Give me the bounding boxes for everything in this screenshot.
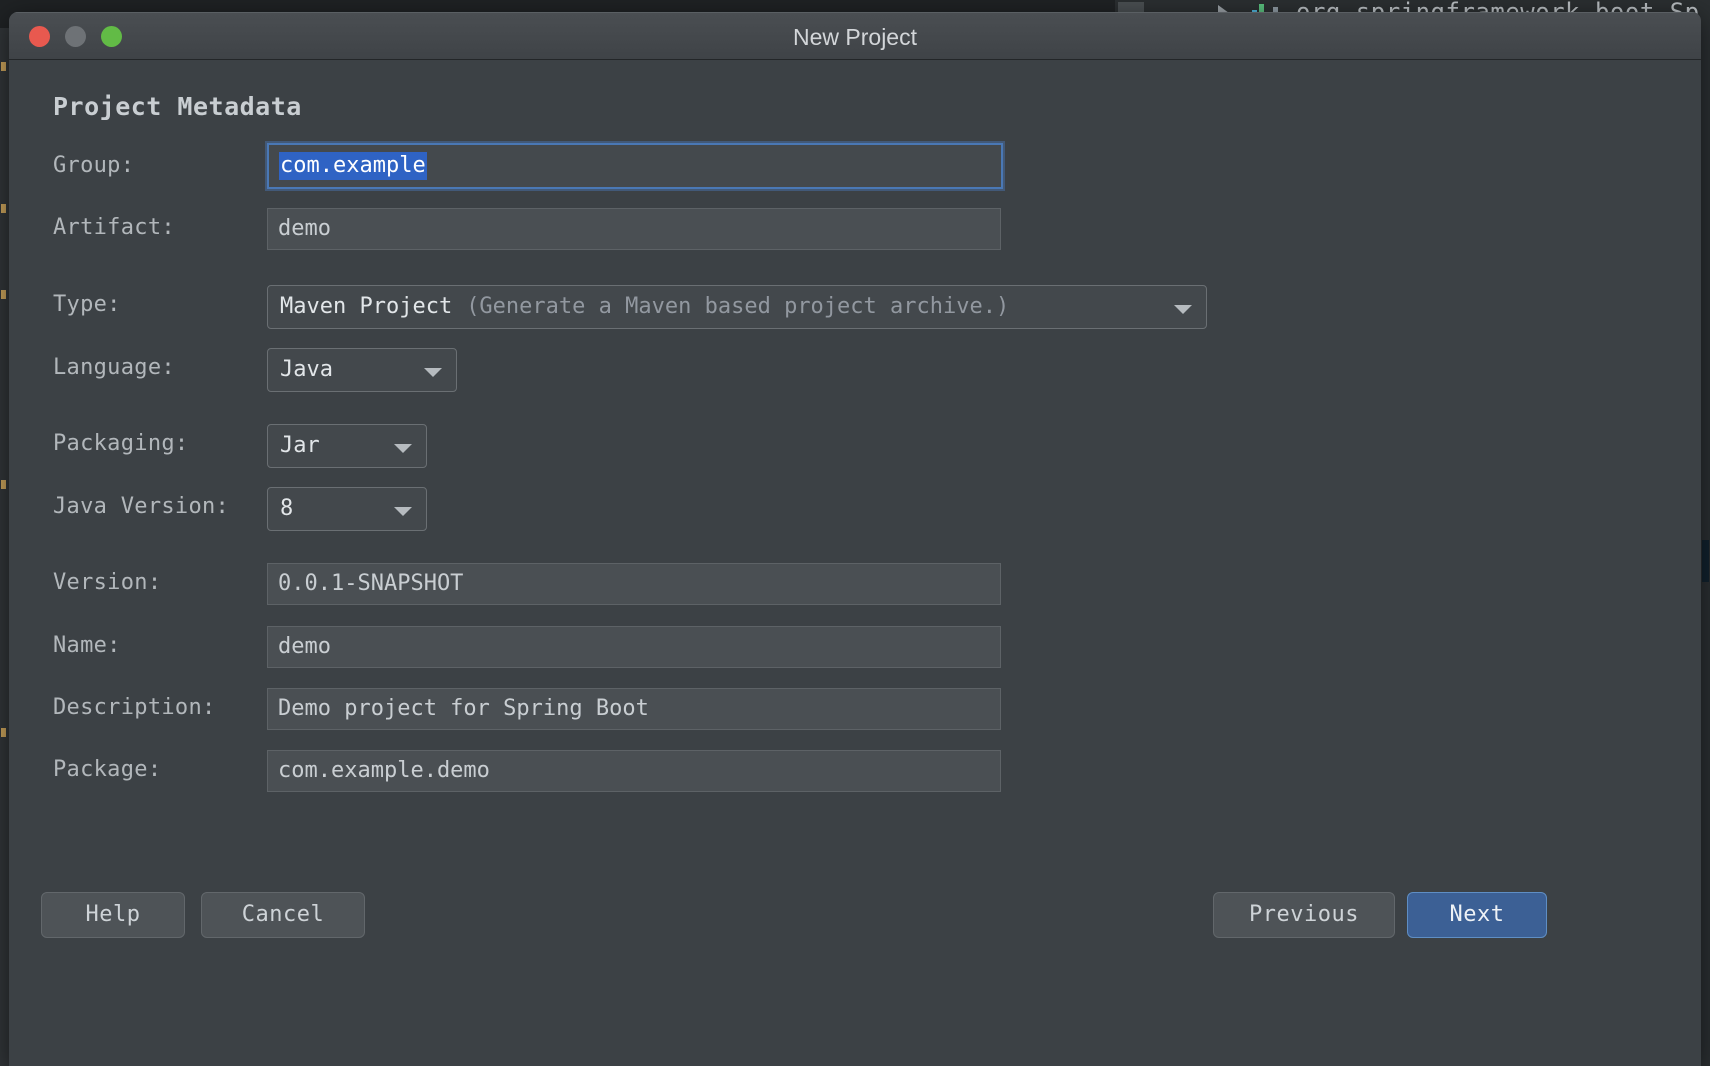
cancel-button[interactable]: Cancel [201,892,365,938]
type-combobox[interactable]: Maven Project(Generate a Maven based pro… [267,285,1207,329]
package-label: Package: [53,757,161,782]
version-label: Version: [53,570,161,595]
packaging-combobox-value: Jar [280,433,320,458]
package-input[interactable]: com.example.demo [267,750,1001,792]
previous-button[interactable]: Previous [1213,892,1395,938]
dialog-content: Project Metadata Group: com.example Arti… [9,60,1701,1066]
description-label: Description: [53,695,216,720]
description-input[interactable]: Demo project for Spring Boot [267,688,1001,730]
page-title: Project Metadata [53,92,302,121]
chevron-down-icon [394,507,412,516]
packaging-label: Packaging: [53,431,188,456]
language-combobox[interactable]: Java [267,348,457,392]
artifact-input[interactable]: demo [267,208,1001,250]
help-button[interactable]: Help [41,892,185,938]
new-project-dialog: New Project Project Metadata Group: com.… [9,12,1701,1066]
java-version-combobox[interactable]: 8 [267,487,427,531]
artifact-label: Artifact: [53,215,175,240]
java-version-label: Java Version: [53,494,229,519]
scrollbar-thumb[interactable] [1702,540,1709,582]
type-combobox-value: Maven Project [280,294,452,319]
packaging-combobox[interactable]: Jar [267,424,427,468]
language-combobox-value: Java [280,357,333,382]
chevron-down-icon [1174,305,1192,314]
group-input[interactable]: com.example [267,143,1003,189]
next-button[interactable]: Next [1407,892,1547,938]
java-version-combobox-value: 8 [280,496,293,521]
name-label: Name: [53,633,121,658]
type-label: Type: [53,292,121,317]
group-label: Group: [53,153,134,178]
group-input-value: com.example [279,152,427,180]
version-input[interactable]: 0.0.1-SNAPSHOT [267,563,1001,605]
dialog-titlebar: New Project [9,12,1701,60]
type-combobox-hint: (Generate a Maven based project archive.… [452,294,1009,319]
dialog-title: New Project [9,24,1701,51]
chevron-down-icon [394,444,412,453]
language-label: Language: [53,355,175,380]
chevron-down-icon [424,368,442,377]
name-input[interactable]: demo [267,626,1001,668]
backdrop-scrollbar[interactable] [1701,28,1710,1066]
